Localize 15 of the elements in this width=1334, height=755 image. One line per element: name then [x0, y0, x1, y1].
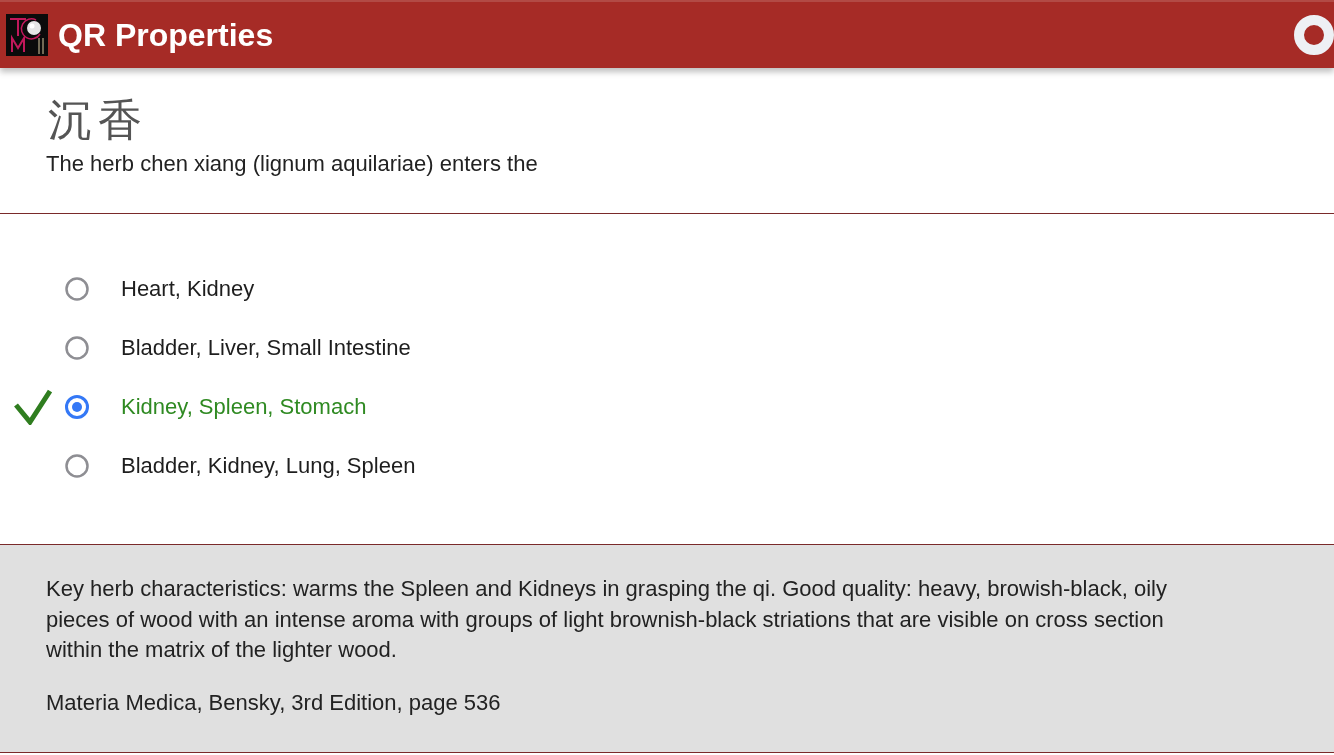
- radio-button[interactable]: [65, 394, 89, 419]
- option-label[interactable]: Kidney, Spleen, Stomach: [121, 395, 367, 418]
- source-citation: Materia Medica, Bensky, 3rd Edition, page 536: [46, 688, 501, 717]
- radio-button[interactable]: [65, 276, 89, 301]
- option-label[interactable]: Bladder, Liver, Small Intestine: [121, 336, 411, 359]
- question-text: The herb chen xiang (lignum aquilariae) enters the: [46, 150, 538, 178]
- radio-button[interactable]: [65, 453, 89, 478]
- option-label[interactable]: Heart, Kidney: [121, 277, 255, 300]
- radio-button[interactable]: [65, 335, 89, 360]
- logo-icon: [6, 14, 48, 56]
- chinese-characters: 沉香: [48, 98, 148, 142]
- page-title: QR Properties: [58, 19, 274, 51]
- explanation-text: Key herb characteristics: warms the Spleen and Kidneys in grasping the qi. Good quality: heavy, browish-black, oily pieces of wood with an intense aroma with groups of light brownish-black striations that are visible on cross section within the matrix of the lighter wood.: [46, 575, 1168, 664]
- option-label[interactable]: Bladder, Kidney, Lung, Spleen: [121, 454, 416, 477]
- ring-icon[interactable]: [1294, 15, 1334, 55]
